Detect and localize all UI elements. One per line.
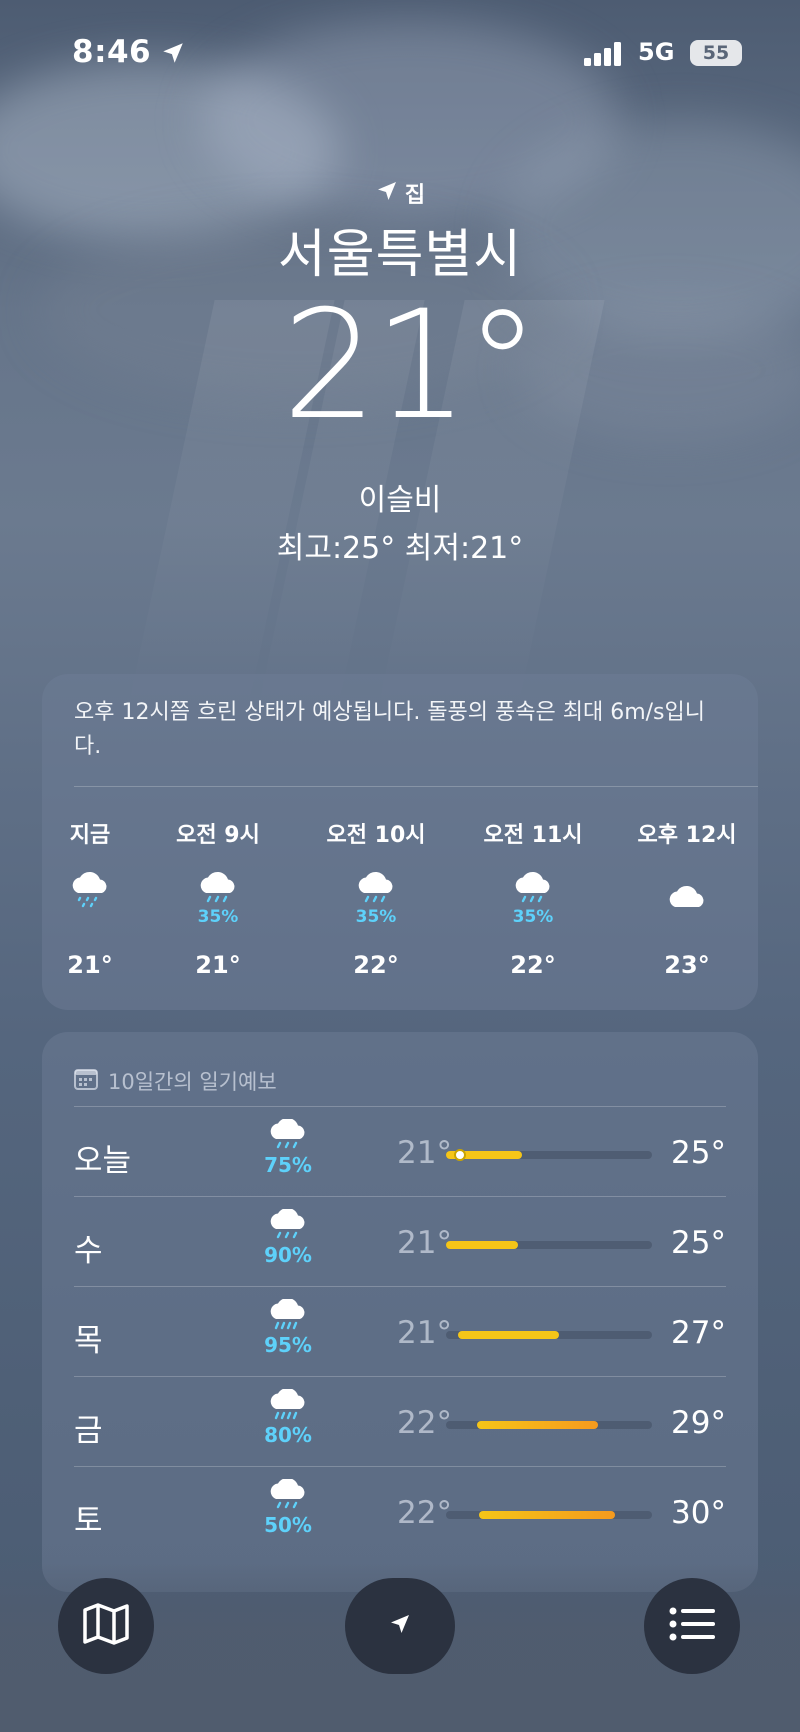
high-low-temperature: 최고:25° 최저:21° — [276, 531, 524, 566]
day-row[interactable]: 목 95% 21° 27° — [74, 1286, 726, 1376]
daily-forecast-title: 10일간의 일기예보 — [108, 1070, 277, 1094]
hour-item: 지금 21° — [40, 787, 140, 979]
precipitation-chance: 35% — [355, 907, 397, 927]
precipitation-chance: 35% — [512, 907, 554, 927]
temperature-range-bar — [446, 1331, 652, 1339]
status-time: 8:46 — [72, 34, 152, 70]
calendar-icon — [74, 1068, 98, 1095]
high-temperature: 27° — [671, 1315, 726, 1351]
cloud-icon — [617, 867, 757, 927]
current-temperature: 21° — [282, 279, 540, 453]
cloud-rain-icon: 35% — [306, 867, 446, 927]
temperature-range-fill — [476, 1421, 599, 1429]
cloud-rain-icon: 50% — [260, 1477, 316, 1537]
hour-temperature: 22° — [510, 951, 556, 979]
hour-temperature: 21° — [195, 951, 241, 979]
precipitation-chance: 95% — [264, 1333, 312, 1357]
hour-item: 오후 12시 23° — [617, 787, 757, 979]
cloud-rain-icon: 35% — [463, 867, 603, 927]
low-temperature: 21° — [397, 1315, 452, 1351]
map-icon — [82, 1602, 130, 1650]
hour-temperature: 23° — [664, 951, 710, 979]
day-row[interactable]: 수 90% 21° 25° — [74, 1196, 726, 1286]
hourly-forecast-card[interactable]: 오후 12시쯤 흐린 상태가 예상됩니다. 돌풍의 풍속은 최대 6m/s입니다… — [42, 674, 758, 1010]
precipitation-chance: 35% — [197, 907, 239, 927]
temperature-range-fill — [446, 1241, 519, 1249]
current-condition: 이슬비 — [358, 483, 442, 518]
hour-item: 오전 10시 35% 22° — [306, 787, 446, 979]
temperature-range-bar — [446, 1511, 652, 1519]
precipitation-chance: 50% — [264, 1513, 312, 1537]
temperature-range-bar — [446, 1241, 652, 1249]
map-button[interactable] — [58, 1578, 154, 1674]
status-bar: 8:46 5G 55 — [0, 34, 800, 78]
forecast-summary: 오후 12시쯤 흐린 상태가 예상됩니다. 돌풍의 풍속은 최대 6m/s입니다… — [74, 700, 705, 759]
day-name: 목 — [74, 1323, 103, 1359]
network-type: 5G — [638, 38, 675, 66]
cellular-signal-icon — [584, 42, 624, 70]
hour-label: 오전 11시 — [483, 823, 583, 848]
high-temperature: 29° — [671, 1405, 726, 1441]
current-location-button[interactable] — [345, 1578, 455, 1674]
cloud-heavy-rain-icon: 80% — [260, 1387, 316, 1447]
low-temperature: 21° — [397, 1225, 452, 1261]
low-temperature: 21° — [397, 1135, 452, 1171]
precipitation-chance: 75% — [264, 1153, 312, 1177]
hour-label: 오전 9시 — [176, 823, 260, 848]
location-services-icon — [160, 40, 186, 70]
daily-forecast-header: 10일간의 일기예보 — [42, 1032, 758, 1106]
precipitation-chance: 90% — [264, 1243, 312, 1267]
hour-item: 오전 9시 35% 21° — [148, 787, 288, 979]
day-name: 수 — [74, 1233, 103, 1269]
location-list-button[interactable] — [644, 1578, 740, 1674]
temperature-range-fill — [478, 1511, 615, 1519]
daily-forecast-card[interactable]: 10일간의 일기예보 오늘 75% 21° 25° 수 90% 21° 25° 목 95% 21° 2… — [42, 1032, 758, 1592]
day-row[interactable]: 금 80% 22° 29° — [74, 1376, 726, 1466]
hour-label: 오전 10시 — [326, 823, 426, 848]
cloud-heavy-rain-icon: 95% — [260, 1297, 316, 1357]
hourly-list[interactable]: 지금 21° 오전 9시 35% 21° 오전 10시 35% 22° 오전 1… — [42, 787, 758, 1007]
list-icon — [668, 1607, 716, 1645]
daily-list[interactable]: 오늘 75% 21° 25° 수 90% 21° 25° 목 95% 21° 27° 금 80% 22° 29… — [42, 1106, 758, 1556]
hour-label: 지금 — [69, 823, 111, 848]
precipitation-chance: 80% — [264, 1423, 312, 1447]
low-temperature: 22° — [397, 1495, 452, 1531]
temperature-range-bar — [446, 1149, 652, 1161]
cloud-rain-icon: 90% — [260, 1207, 316, 1267]
hour-item: 오전 11시 35% 22° — [463, 787, 603, 979]
location-arrow-icon — [388, 1612, 412, 1640]
day-row[interactable]: 오늘 75% 21° 25° — [74, 1106, 726, 1196]
location-arrow-icon — [375, 179, 399, 207]
hour-temperature: 22° — [353, 951, 399, 979]
low-temperature: 22° — [397, 1405, 452, 1441]
cloud-rain-icon: 35% — [148, 867, 288, 927]
high-temperature: 25° — [671, 1225, 726, 1261]
battery-indicator: 55 — [690, 40, 742, 66]
temperature-range-fill — [458, 1331, 560, 1339]
current-temperature-marker — [454, 1149, 467, 1161]
hour-label: 오후 12시 — [637, 823, 737, 848]
home-label: 집 — [404, 183, 426, 208]
day-name: 오늘 — [74, 1143, 132, 1179]
city-name: 서울특별시 — [277, 225, 523, 285]
cloud-drizzle-icon — [40, 867, 140, 927]
hour-temperature: 21° — [67, 951, 113, 979]
day-name: 금 — [74, 1413, 103, 1449]
cloud-rain-icon: 75% — [260, 1117, 316, 1177]
temperature-range-bar — [446, 1421, 652, 1429]
high-temperature: 25° — [671, 1135, 726, 1171]
location-header: 집 서울특별시 21° 이슬비 최고:25° 최저:21° — [0, 176, 800, 567]
high-temperature: 30° — [671, 1495, 726, 1531]
day-row[interactable]: 토 50% 22° 30° — [74, 1466, 726, 1556]
day-name: 토 — [74, 1503, 103, 1539]
